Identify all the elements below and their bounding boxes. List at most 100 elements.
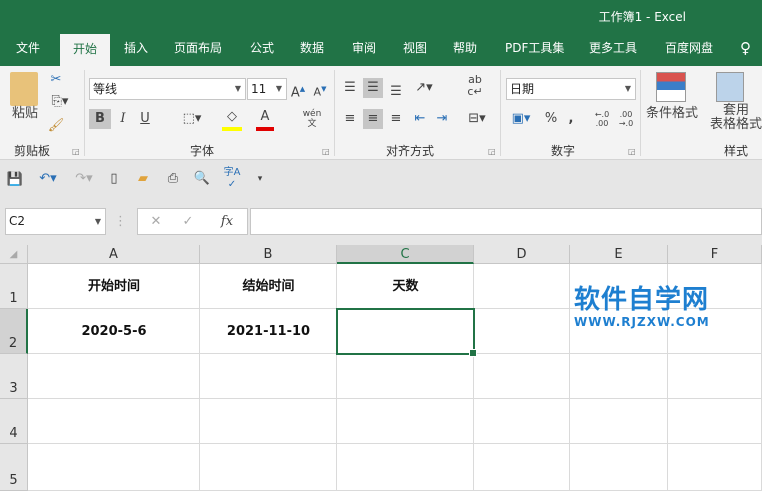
increase-indent-icon[interactable]: ⇥ bbox=[432, 109, 452, 129]
fill-color-icon[interactable]: ◇ bbox=[222, 107, 242, 131]
tab-page-layout[interactable]: 页面布局 bbox=[174, 33, 222, 66]
insert-function-button[interactable]: fx bbox=[216, 212, 238, 232]
grid-cell[interactable] bbox=[474, 264, 570, 309]
spell-check-icon[interactable]: 字A ✓ bbox=[222, 167, 242, 191]
table-format-button[interactable]: 套用 表格格式 bbox=[710, 104, 762, 132]
cut-icon[interactable]: ✂ bbox=[46, 70, 66, 90]
tab-review[interactable]: 审阅 bbox=[352, 33, 376, 66]
font-size-select[interactable]: 11 ▼ bbox=[247, 78, 287, 100]
format-painter-icon[interactable]: 🖌 bbox=[46, 116, 66, 136]
selected-cell-c2[interactable] bbox=[336, 308, 477, 357]
grid-cell[interactable] bbox=[570, 444, 668, 491]
formula-input[interactable] bbox=[250, 208, 762, 235]
phonetic-button[interactable]: wén 文 bbox=[300, 109, 324, 129]
orientation-icon[interactable]: ↗▾ bbox=[410, 78, 438, 98]
select-all-button[interactable]: ◢ bbox=[0, 245, 28, 264]
row-header-4[interactable]: 4 bbox=[0, 399, 28, 444]
grid-cell[interactable] bbox=[200, 354, 337, 399]
cell-a1[interactable]: 开始时间 bbox=[28, 264, 200, 309]
cell-b1[interactable]: 结始时间 bbox=[200, 264, 337, 309]
dialog-launcher-icon[interactable]: ◲ bbox=[488, 147, 496, 156]
decrease-decimal-icon[interactable]: .00 →.0 bbox=[616, 110, 636, 128]
grid-cell[interactable] bbox=[337, 399, 474, 444]
align-center-icon[interactable]: ≡ bbox=[363, 109, 383, 129]
enter-icon[interactable]: ✓ bbox=[178, 212, 198, 232]
font-name-select[interactable]: 等线 ▼ bbox=[89, 78, 246, 100]
tab-formulas[interactable]: 公式 bbox=[250, 33, 274, 66]
grid-cell[interactable] bbox=[337, 354, 474, 399]
cell-a2[interactable]: 2020-5-6 bbox=[28, 309, 200, 354]
customize-toolbar-icon[interactable]: ▾ bbox=[254, 169, 266, 189]
align-bottom-icon[interactable]: ☰ bbox=[386, 82, 406, 102]
grid-cell[interactable] bbox=[200, 444, 337, 491]
print-icon[interactable]: ⎙ bbox=[164, 169, 182, 189]
grid-cell[interactable] bbox=[570, 399, 668, 444]
font-color-icon[interactable]: A bbox=[256, 107, 274, 131]
tab-help[interactable]: 帮助 bbox=[453, 33, 477, 66]
align-right-icon[interactable]: ≡ bbox=[386, 109, 406, 129]
dialog-launcher-icon[interactable]: ◲ bbox=[72, 147, 80, 156]
grid-cell[interactable] bbox=[474, 444, 570, 491]
accounting-format-icon[interactable]: ▣▾ bbox=[506, 109, 536, 129]
conditional-format-icon[interactable] bbox=[656, 72, 686, 102]
tab-pdf-tools[interactable]: PDF工具集 bbox=[505, 33, 564, 66]
lightbulb-icon[interactable]: ♀ bbox=[740, 33, 751, 66]
grid-cell[interactable] bbox=[474, 309, 570, 354]
open-folder-icon[interactable]: ▰ bbox=[134, 169, 152, 189]
align-left-icon[interactable]: ≡ bbox=[340, 109, 360, 129]
column-header-b[interactable]: B bbox=[200, 245, 337, 264]
paste-button[interactable]: 粘贴 bbox=[8, 104, 42, 124]
redo-icon[interactable]: ↷▾ bbox=[70, 169, 98, 189]
align-top-icon[interactable]: ☰ bbox=[340, 78, 360, 98]
tab-more-tools[interactable]: 更多工具 bbox=[589, 33, 637, 66]
cell-b2[interactable]: 2021-11-10 bbox=[200, 309, 337, 354]
tab-data[interactable]: 数据 bbox=[300, 33, 324, 66]
grid-cell[interactable] bbox=[668, 399, 762, 444]
number-format-select[interactable]: 日期 ▼ bbox=[506, 78, 636, 100]
tab-file[interactable]: 文件 bbox=[16, 33, 40, 66]
grid-cell[interactable] bbox=[28, 444, 200, 491]
row-header-2[interactable]: 2 bbox=[0, 309, 28, 354]
align-middle-icon[interactable]: ☰ bbox=[363, 78, 383, 98]
grid-cell[interactable] bbox=[337, 444, 474, 491]
row-header-5[interactable]: 5 bbox=[0, 444, 28, 491]
italic-button[interactable]: I bbox=[114, 109, 132, 129]
column-header-e[interactable]: E bbox=[570, 245, 668, 264]
cancel-icon[interactable]: ✕ bbox=[146, 212, 166, 232]
tab-baidu-pan[interactable]: 百度网盘 bbox=[665, 33, 713, 66]
grid-cell[interactable] bbox=[668, 354, 762, 399]
name-box[interactable]: C2 ▼ bbox=[5, 208, 106, 235]
grid-cell[interactable] bbox=[200, 399, 337, 444]
decrease-font-icon[interactable]: A▼ bbox=[312, 79, 328, 103]
column-header-d[interactable]: D bbox=[474, 245, 570, 264]
dialog-launcher-icon[interactable]: ◲ bbox=[628, 147, 636, 156]
grid-cell[interactable] bbox=[28, 354, 200, 399]
merge-center-icon[interactable]: ⊟▾ bbox=[463, 109, 491, 129]
tab-home[interactable]: 开始 bbox=[60, 34, 110, 67]
row-header-3[interactable]: 3 bbox=[0, 354, 28, 399]
worksheet-grid[interactable]: ◢ A B C D E F 1 2 3 4 5 开始时间 结始时间 天数 202… bbox=[0, 245, 762, 491]
tab-view[interactable]: 视图 bbox=[403, 33, 427, 66]
percent-button[interactable]: % bbox=[542, 109, 560, 129]
decrease-indent-icon[interactable]: ⇤ bbox=[410, 109, 430, 129]
comma-button[interactable]: , bbox=[564, 109, 578, 129]
tab-insert[interactable]: 插入 bbox=[124, 33, 148, 66]
paste-icon[interactable] bbox=[10, 72, 38, 106]
table-format-icon[interactable] bbox=[716, 72, 744, 102]
column-header-a[interactable]: A bbox=[28, 245, 200, 264]
save-icon[interactable]: 💾 bbox=[6, 170, 24, 190]
increase-decimal-icon[interactable]: ←.0.00 bbox=[592, 110, 612, 128]
copy-icon[interactable]: ⎘▾ bbox=[46, 92, 74, 112]
grid-cell[interactable] bbox=[668, 444, 762, 491]
grid-cell[interactable] bbox=[474, 354, 570, 399]
column-header-c[interactable]: C bbox=[337, 245, 474, 264]
border-icon[interactable]: ⬚▾ bbox=[178, 109, 206, 129]
grid-cell[interactable] bbox=[474, 399, 570, 444]
conditional-format-button[interactable]: 条件格式 bbox=[646, 104, 698, 124]
grid-cell[interactable] bbox=[570, 354, 668, 399]
new-file-icon[interactable]: ▯ bbox=[106, 169, 122, 189]
underline-button[interactable]: U bbox=[136, 109, 154, 129]
cell-c1[interactable]: 天数 bbox=[337, 264, 474, 309]
column-header-f[interactable]: F bbox=[668, 245, 762, 264]
dialog-launcher-icon[interactable]: ◲ bbox=[322, 147, 330, 156]
